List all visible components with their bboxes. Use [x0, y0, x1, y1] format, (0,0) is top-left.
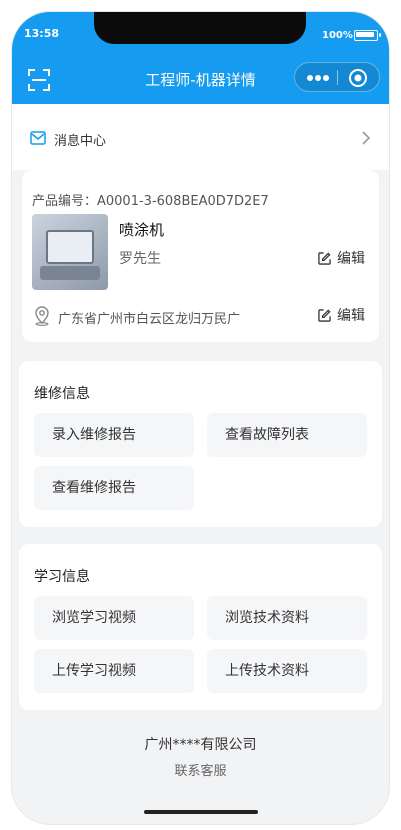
header: 13:58 100% 工程师-机器详情: [12, 12, 389, 104]
contact-service-link[interactable]: 联系客服: [12, 760, 389, 779]
learning-section: 学习信息 浏览学习视频 浏览技术资料 上传学习视频 上传技术资料: [19, 544, 382, 710]
close-target-icon[interactable]: [348, 68, 368, 88]
product-address: 广东省广州市白云区龙归万民广: [58, 312, 241, 327]
enter-repair-report-button[interactable]: 录入维修报告: [34, 413, 194, 457]
learning-title: 学习信息: [34, 569, 90, 585]
view-fault-list-button[interactable]: 查看故障列表: [207, 413, 367, 457]
status-time: 13:58: [24, 27, 60, 40]
miniprogram-capsule: [294, 62, 380, 92]
edit-label: 编辑: [337, 308, 365, 324]
chevron-right-icon: [362, 131, 371, 145]
edit-icon: [318, 251, 331, 265]
phone-frame: 13:58 100% 工程师-机器详情 消息中心 产品编号：A0001-3-60…: [12, 12, 389, 824]
product-name: 喷涂机: [119, 221, 165, 239]
product-image: [32, 214, 108, 290]
edit-address-button[interactable]: 编辑: [318, 305, 365, 325]
capsule-divider: [337, 70, 338, 85]
edit-owner-button[interactable]: 编辑: [318, 248, 365, 268]
notch: [94, 12, 306, 44]
upload-videos-button[interactable]: 上传学习视频: [34, 649, 194, 693]
machine-base: [40, 266, 100, 280]
browse-videos-button[interactable]: 浏览学习视频: [34, 596, 194, 640]
view-repair-report-button[interactable]: 查看维修报告: [34, 466, 194, 510]
message-center-label: 消息中心: [54, 134, 107, 149]
product-owner: 罗先生: [119, 251, 161, 267]
mail-icon: [30, 131, 46, 145]
home-indicator: [144, 810, 258, 814]
edit-label: 编辑: [337, 251, 365, 267]
location-icon: [35, 306, 49, 326]
more-icon[interactable]: [306, 74, 330, 82]
product-number: 产品编号：A0001-3-608BEA0D7D2E7: [32, 194, 269, 209]
machine-screen: [46, 230, 94, 264]
battery-percent: 100%: [322, 30, 353, 41]
repair-title: 维修信息: [34, 386, 90, 402]
browse-docs-button[interactable]: 浏览技术资料: [207, 596, 367, 640]
product-card: 产品编号：A0001-3-608BEA0D7D2E7 喷涂机 罗先生 编辑 广东…: [22, 170, 379, 342]
message-center-row[interactable]: 消息中心: [12, 104, 389, 170]
edit-icon: [318, 308, 331, 322]
battery-icon: [354, 30, 381, 41]
upload-docs-button[interactable]: 上传技术资料: [207, 649, 367, 693]
company-name: 广州****有限公司: [144, 737, 257, 753]
repair-section: 维修信息 录入维修报告 查看故障列表 查看维修报告: [19, 361, 382, 527]
